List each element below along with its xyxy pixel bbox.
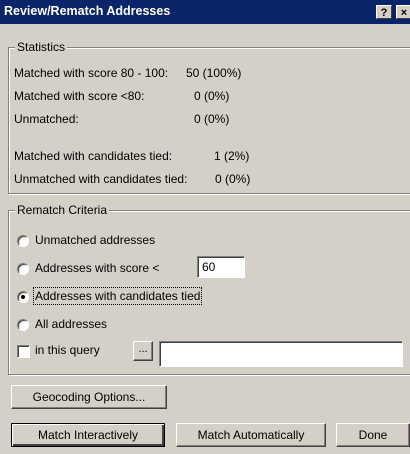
close-button[interactable]: × bbox=[396, 5, 410, 19]
stat-label-matched-80-100: Matched with score 80 - 100: bbox=[14, 66, 169, 80]
stat-label-matched-tied: Matched with candidates tied: bbox=[14, 149, 173, 163]
radio-label-unmatched-addresses[interactable]: Unmatched addresses bbox=[35, 233, 155, 247]
stat-value-unmatched-tied: 0 (0%) bbox=[215, 172, 251, 186]
stat-value-matched-below-80: 0 (0%) bbox=[194, 89, 230, 103]
radio-label-candidates-tied[interactable]: Addresses with candidates tied bbox=[32, 287, 203, 305]
statistics-group: Statistics Matched with score 80 - 100: … bbox=[8, 40, 410, 194]
done-button[interactable]: Done bbox=[336, 423, 410, 447]
statistics-legend: Statistics bbox=[15, 40, 68, 54]
help-button[interactable]: ? bbox=[376, 5, 392, 19]
radio-label-all-addresses[interactable]: All addresses bbox=[35, 317, 107, 331]
radio-candidates-tied[interactable] bbox=[17, 291, 29, 303]
score-threshold-input[interactable]: 60 bbox=[197, 256, 245, 278]
stat-label-unmatched: Unmatched: bbox=[14, 112, 79, 126]
radio-label-score-below[interactable]: Addresses with score < bbox=[35, 261, 159, 275]
stat-label-matched-below-80: Matched with score <80: bbox=[14, 89, 145, 103]
window-title: Review/Rematch Addresses bbox=[4, 4, 171, 18]
geocoding-options-button[interactable]: Geocoding Options... bbox=[11, 385, 167, 409]
in-this-query-label[interactable]: in this query bbox=[35, 343, 100, 357]
stat-value-unmatched: 0 (0%) bbox=[194, 112, 230, 126]
in-this-query-checkbox[interactable] bbox=[17, 345, 30, 358]
radio-score-below[interactable] bbox=[17, 263, 29, 275]
stat-label-unmatched-tied: Unmatched with candidates tied: bbox=[14, 172, 188, 186]
title-bar: Review/Rematch Addresses ? × bbox=[0, 0, 410, 24]
review-rematch-dialog: Review/Rematch Addresses ? × Statistics … bbox=[0, 0, 410, 454]
match-interactively-button[interactable]: Match Interactively bbox=[11, 423, 165, 447]
query-input[interactable] bbox=[159, 341, 403, 367]
rematch-criteria-group: Rematch Criteria Unmatched addresses Add… bbox=[8, 203, 410, 375]
rematch-criteria-legend: Rematch Criteria bbox=[15, 203, 110, 217]
radio-all-addresses[interactable] bbox=[17, 319, 29, 331]
match-automatically-button[interactable]: Match Automatically bbox=[176, 423, 326, 447]
query-builder-button[interactable]: ... bbox=[133, 341, 153, 361]
radio-unmatched-addresses[interactable] bbox=[17, 235, 29, 247]
stat-value-matched-tied: 1 (2%) bbox=[214, 149, 250, 163]
stat-value-matched-80-100: 50 (100%) bbox=[186, 66, 242, 80]
